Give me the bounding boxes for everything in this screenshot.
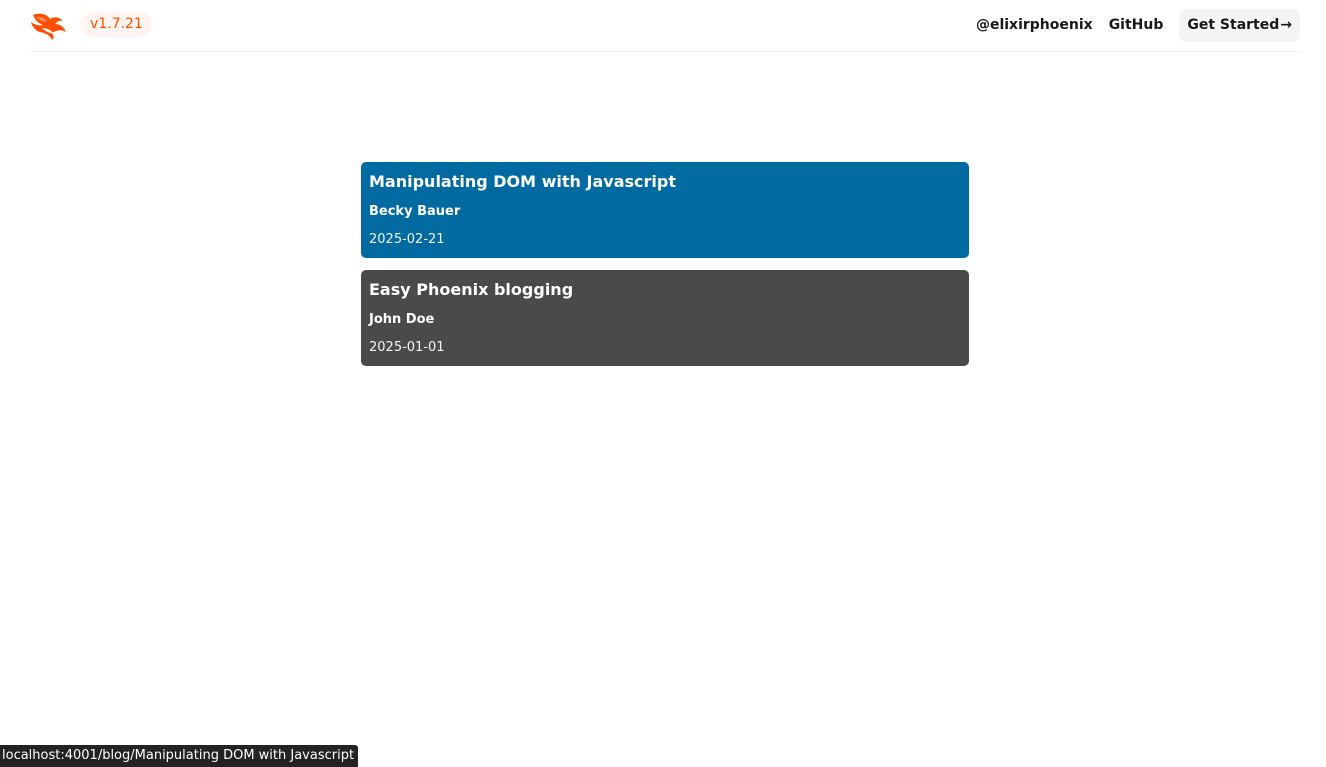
browser-status-url: localhost:4001/blog/Manipulating DOM wit… (0, 745, 359, 767)
post-date: 2025-02-21 (369, 232, 445, 247)
page: v1.7.21 @elixirphoenix GitHub Get Starte… (0, 0, 1326, 767)
top-nav: @elixirphoenix GitHub Get Started → (976, 8, 1300, 42)
post-author: Becky Bauer (369, 204, 461, 219)
post-date: 2025-01-01 (369, 340, 445, 355)
post-title: Manipulating DOM with Javascript (369, 172, 676, 191)
phoenix-logo-icon[interactable] (30, 10, 66, 40)
get-started-button[interactable]: Get Started → (1179, 8, 1300, 42)
post-card[interactable]: Easy Phoenix blogging John Doe 2025-01-0… (361, 270, 969, 366)
twitter-link[interactable]: @elixirphoenix (976, 17, 1093, 33)
version-badge: v1.7.21 (81, 12, 152, 37)
get-started-label: Get Started (1187, 17, 1280, 33)
post-author: John Doe (369, 312, 435, 327)
top-header: v1.7.21 @elixirphoenix GitHub Get Starte… (30, 0, 1300, 52)
post-card[interactable]: Manipulating DOM with Javascript Becky B… (361, 162, 969, 258)
post-title: Easy Phoenix blogging (369, 280, 574, 299)
blog-post-list: Manipulating DOM with Javascript Becky B… (361, 162, 969, 378)
arrow-right-icon: → (1280, 17, 1292, 33)
github-link[interactable]: GitHub (1109, 17, 1164, 33)
